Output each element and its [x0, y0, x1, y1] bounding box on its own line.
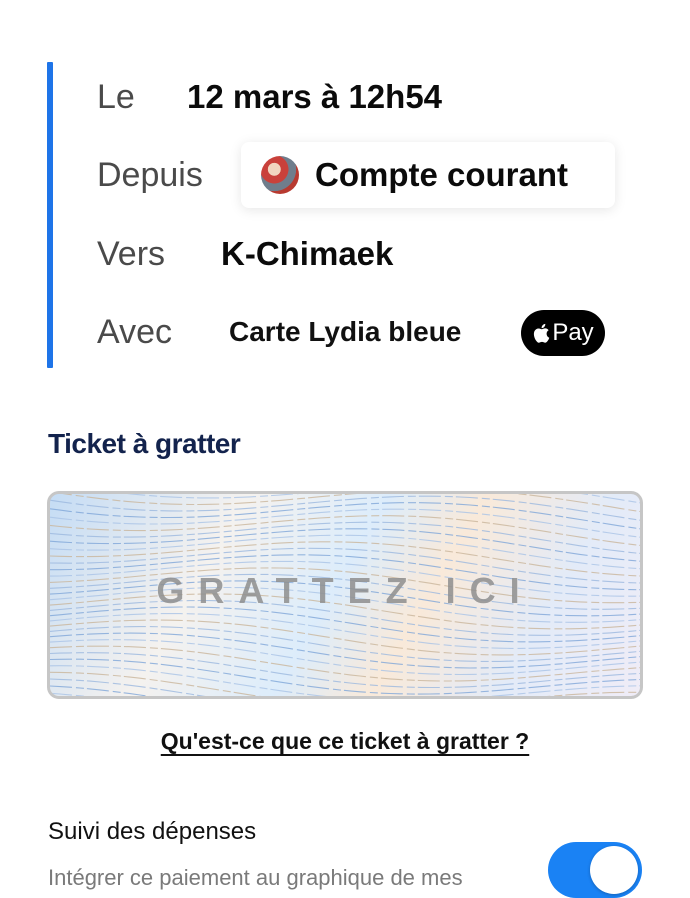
scratch-wave-line [50, 528, 640, 562]
apple-pay-badge: Pay [521, 310, 605, 356]
tracking-toggle[interactable] [548, 842, 642, 898]
scratch-wave-line [50, 502, 640, 530]
scratch-wave-line [50, 626, 640, 662]
scratch-wave-line [50, 671, 640, 696]
scratch-label: GRATTEZ ICI [156, 570, 534, 611]
scratch-wave-line [50, 678, 206, 696]
tracking-description: Intégrer ce paiement au graphique de mes [48, 865, 463, 890]
scratch-wave-line [50, 665, 640, 696]
toggle-knob [590, 846, 638, 894]
scratch-wave-line [50, 606, 640, 643]
apple-pay-label: Pay [552, 319, 594, 346]
transaction-detail-page: Le 12 mars à 12h54 Depuis Compte courant… [0, 0, 690, 898]
account-chip[interactable]: Compte courant [241, 142, 615, 208]
card-name: Carte Lydia bleue [229, 316, 462, 347]
apple-logo-icon [534, 323, 550, 343]
to-label: Vers [97, 234, 166, 273]
tracking-title: Suivi des dépenses [48, 818, 257, 845]
merchant-name: K-Chimaek [221, 235, 394, 272]
date-label: Le [97, 77, 135, 116]
scratch-wave-line [62, 494, 640, 513]
scratch-wave-line [50, 619, 640, 656]
account-avatar [261, 156, 299, 194]
scratch-wave-line [126, 494, 640, 504]
account-name: Compte courant [315, 156, 569, 193]
scratch-help-link-text[interactable]: Qu'est-ce que ce ticket à gratter ? [161, 728, 529, 754]
from-label: Depuis [97, 155, 203, 194]
date-value: 12 mars à 12h54 [187, 78, 443, 115]
ticket-section-title: Ticket à gratter [48, 428, 241, 459]
with-label: Avec [97, 312, 172, 351]
scratch-wave-line [50, 658, 640, 695]
scratch-wave-line [50, 613, 640, 649]
scratch-wave-line [50, 632, 640, 669]
scratch-wave-line [50, 515, 640, 546]
accent-bar [47, 62, 53, 368]
scratch-wave-line [50, 645, 640, 682]
scratch-help-link[interactable]: Qu'est-ce que ce ticket à gratter ? [0, 728, 690, 755]
scratch-wave-line [50, 508, 640, 538]
scratch-wave-line [50, 534, 640, 570]
transaction-details: Le 12 mars à 12h54 Depuis Compte courant… [47, 62, 647, 368]
scratch-card[interactable]: GRATTEZ ICI [47, 491, 643, 699]
